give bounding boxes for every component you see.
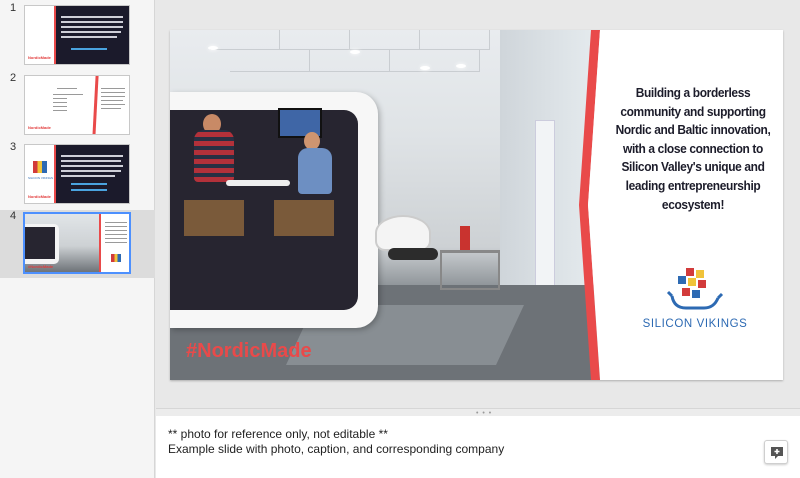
slide-thumbnail-2[interactable]: 2 NordicMade bbox=[0, 72, 155, 140]
text-line: Silicon Valley's unique and bbox=[621, 159, 765, 175]
speaker-notes[interactable]: ** photo for reference only, not editabl… bbox=[156, 416, 800, 478]
slides-editor: 1 NordicMade 2 NordicMade 3 SILICON VIKI… bbox=[0, 0, 800, 478]
notes-resize-handle[interactable]: • • • bbox=[156, 408, 800, 417]
slide-thumbnail-4[interactable]: 4 #NordicMade bbox=[0, 210, 155, 278]
text-line: Nordic and Baltic innovation, bbox=[615, 122, 771, 138]
company-name: SILICON VIKINGS bbox=[642, 318, 748, 330]
filmstrip: 1 NordicMade 2 NordicMade 3 SILICON VIKI… bbox=[0, 0, 155, 478]
slide-preview[interactable]: NordicMade bbox=[24, 5, 130, 65]
current-slide[interactable]: #NordicMade Building a borderless commun… bbox=[170, 30, 783, 380]
silicon-vikings-logo bbox=[666, 268, 724, 310]
notes-line-2: Example slide with photo, caption, and c… bbox=[168, 442, 505, 456]
slide-body-text[interactable]: Building a borderless community and supp… bbox=[615, 84, 771, 214]
slide-number: 4 bbox=[10, 210, 17, 222]
slide-thumbnail-3[interactable]: 3 SILICON VIKINGS NordicMade bbox=[0, 141, 155, 209]
slide-thumbnail-1[interactable]: 1 NordicMade bbox=[0, 2, 155, 70]
slide-number: 3 bbox=[10, 141, 17, 153]
text-line: with a close connection to bbox=[623, 140, 763, 156]
slide-preview[interactable]: #NordicMade bbox=[23, 212, 131, 274]
text-line: community and supporting bbox=[620, 103, 766, 119]
slide-preview[interactable]: SILICON VIKINGS NordicMade bbox=[24, 144, 130, 204]
text-line: ecosystem! bbox=[661, 196, 725, 212]
slide-canvas: #NordicMade Building a borderless commun… bbox=[156, 0, 800, 408]
text-line: leading entrepreneurship bbox=[625, 177, 761, 193]
slide-number: 1 bbox=[10, 2, 17, 14]
slide-preview[interactable]: NordicMade bbox=[24, 75, 130, 135]
add-comment-icon bbox=[771, 447, 783, 459]
slide-number: 2 bbox=[10, 72, 17, 84]
add-comment-button[interactable] bbox=[764, 440, 788, 464]
notes-line-1: ** photo for reference only, not editabl… bbox=[168, 427, 388, 441]
text-line: Building a borderless bbox=[635, 85, 751, 100]
